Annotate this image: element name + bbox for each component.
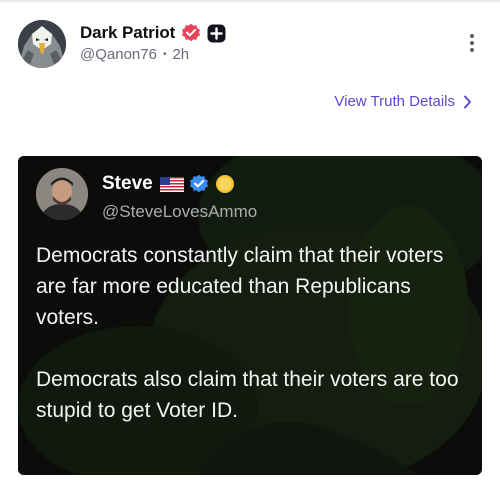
view-details-link[interactable]: View Truth Details — [334, 93, 472, 110]
view-details-label: View Truth Details — [334, 93, 455, 110]
separator-dot: • — [162, 49, 167, 60]
plus-badge-icon — [207, 24, 226, 42]
quoted-display-name[interactable]: Steve — [102, 173, 153, 195]
quoted-post-image[interactable]: Steve @SteveLovesAmmo Democrats constant… — [18, 156, 482, 475]
post-time[interactable]: 2h — [172, 46, 189, 63]
verified-icon — [189, 174, 208, 193]
verified-badge-icon — [182, 23, 201, 42]
chevron-right-icon — [464, 95, 471, 108]
coin-icon — [215, 175, 234, 193]
user-handle[interactable]: @Qanon76 — [80, 46, 157, 63]
top-divider — [0, 0, 500, 2]
avatar[interactable] — [18, 20, 66, 68]
us-flag-icon — [159, 176, 184, 192]
quoted-handle[interactable]: @SteveLovesAmmo — [102, 202, 257, 222]
quoted-post-header: Steve @SteveLovesAmmo — [36, 168, 456, 221]
quoted-avatar[interactable] — [36, 168, 88, 220]
quoted-post-text: Democrats constantly claim that their vo… — [36, 244, 459, 422]
post-header: Dark Patriot @Qanon76 • 2h — [18, 20, 488, 76]
display-name[interactable]: Dark Patriot — [80, 23, 175, 43]
more-options-icon[interactable] — [468, 34, 476, 56]
